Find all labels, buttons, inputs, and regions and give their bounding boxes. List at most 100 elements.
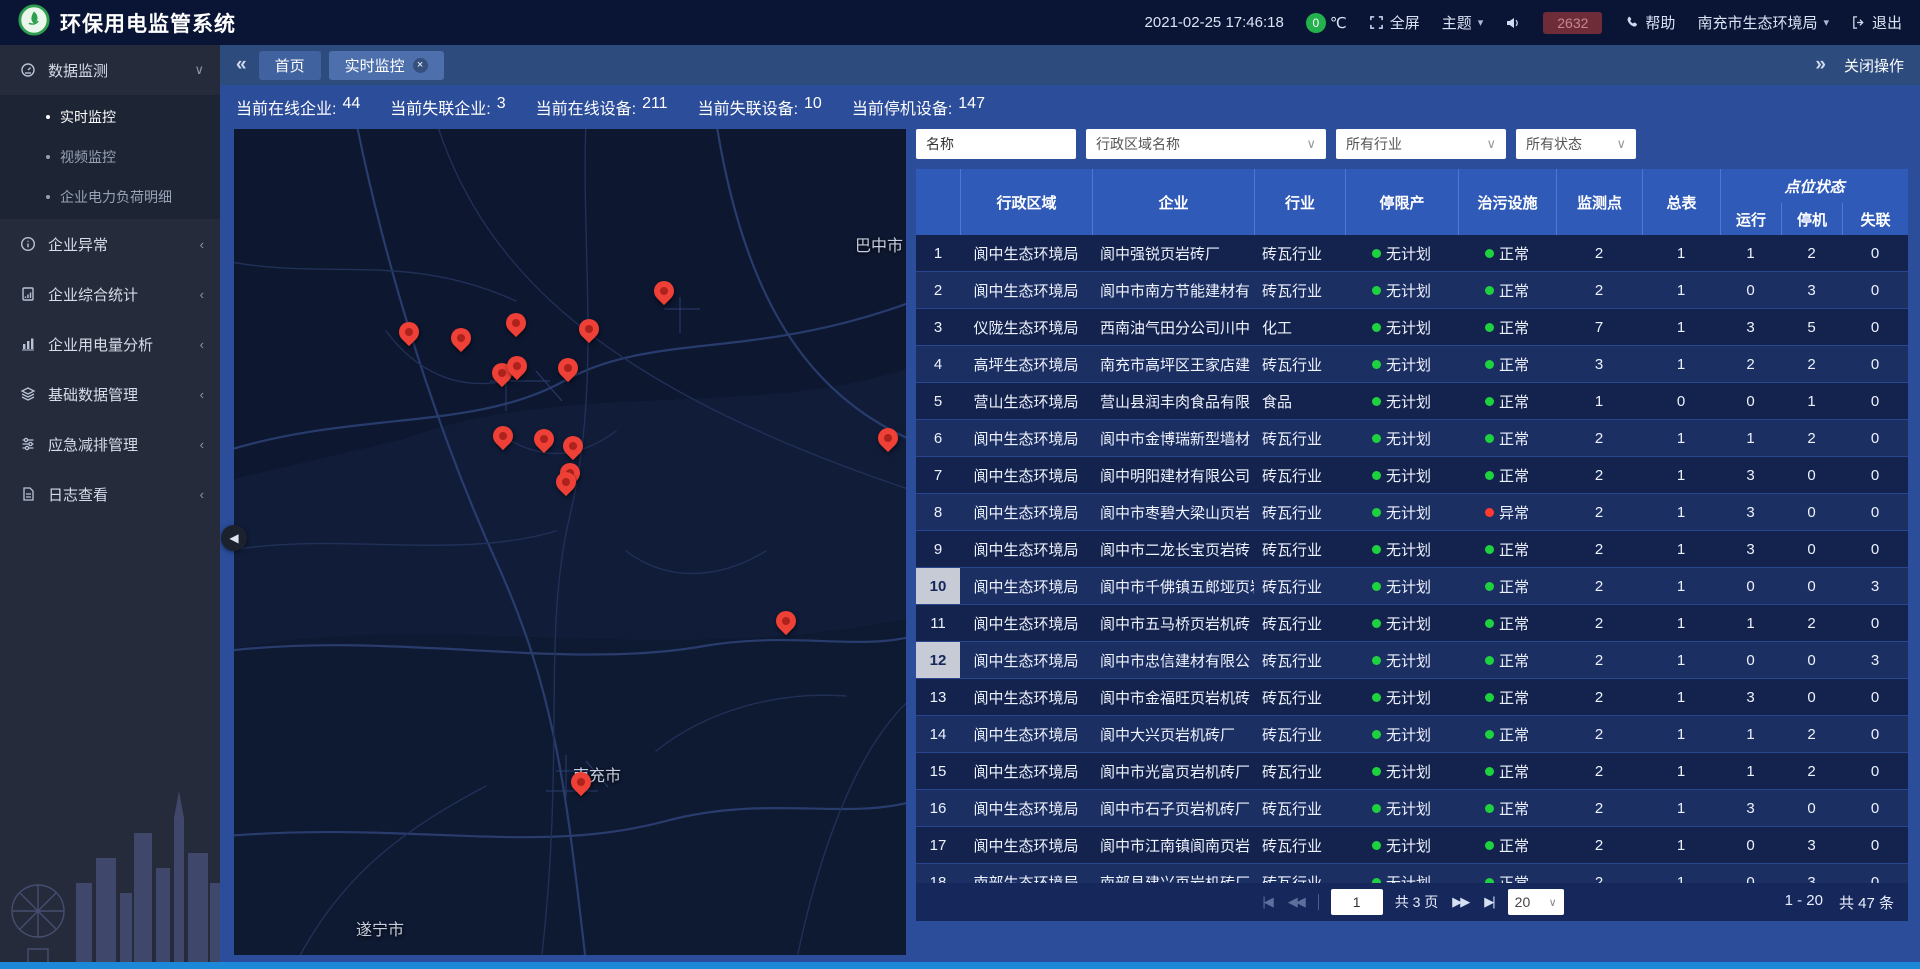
cell-facility-status: 正常	[1458, 642, 1556, 678]
table-row[interactable]: 9 阆中生态环境局 阆中市二龙长宝页岩砖 砖瓦行业 无计划 正常 2 1 3 0…	[916, 531, 1908, 568]
sidebar-group-company-stats[interactable]: 企业综合统计 ‹	[0, 269, 220, 319]
table-row[interactable]: 1 阆中生态环境局 阆中强锐页岩砖厂 砖瓦行业 无计划 正常 2 1 1 2 0	[916, 235, 1908, 272]
sound-button[interactable]	[1505, 15, 1521, 31]
cell-disconnected: 0	[1842, 457, 1908, 493]
cell-monitor-points: 2	[1556, 864, 1642, 883]
theme-dropdown[interactable]: 主题 ▾	[1442, 12, 1484, 33]
sidebar-group-logs[interactable]: 日志查看 ‹	[0, 469, 220, 519]
table-row[interactable]: 5 营山生态环境局 营山县润丰肉食品有限 食品 无计划 正常 1 0 0 1 0	[916, 383, 1908, 420]
industry-select[interactable]: 所有行业 ∨	[1336, 129, 1506, 159]
status-dot-icon	[1372, 286, 1381, 295]
column-header-stopped: 停机	[1781, 203, 1842, 235]
chevron-left-icon: ‹	[200, 337, 204, 352]
cell-region: 南部生态环境局	[960, 864, 1092, 883]
name-search-input[interactable]	[916, 129, 1076, 159]
status-select[interactable]: 所有状态 ∨	[1516, 129, 1636, 159]
cell-total-meters: 1	[1642, 309, 1720, 345]
table-row[interactable]: 10 阆中生态环境局 阆中市千佛镇五郎垭页岩 砖瓦行业 无计划 正常 2 1 0…	[916, 568, 1908, 605]
cell-region: 仪陇生态环境局	[960, 309, 1092, 345]
prev-page-button[interactable]: ◀◀	[1286, 894, 1306, 910]
cell-facility-status: 正常	[1458, 605, 1556, 641]
table-row[interactable]: 12 阆中生态环境局 阆中市忠信建材有限公 砖瓦行业 无计划 正常 2 1 0 …	[916, 642, 1908, 679]
cell-company: 阆中强锐页岩砖厂	[1092, 235, 1254, 271]
row-index: 2	[916, 272, 960, 308]
chevron-down-icon: ∨	[1486, 136, 1496, 152]
page-size-select[interactable]: 20 ∨	[1508, 889, 1564, 915]
table-row[interactable]: 17 阆中生态环境局 阆中市江南镇阆南页岩 砖瓦行业 无计划 正常 2 1 0 …	[916, 827, 1908, 864]
table-row[interactable]: 14 阆中生态环境局 阆中大兴页岩机砖厂 砖瓦行业 无计划 正常 2 1 1 2…	[916, 716, 1908, 753]
next-page-button[interactable]: ▶▶	[1450, 894, 1470, 910]
sidebar-item-video-monitor[interactable]: 视频监控	[0, 137, 220, 177]
cell-industry: 砖瓦行业	[1254, 346, 1345, 382]
map-panel[interactable]: 巴中市南充市遂宁市 ◀	[234, 129, 906, 955]
logout-button[interactable]: 退出	[1851, 12, 1902, 33]
row-index: 18	[916, 864, 960, 883]
org-dropdown[interactable]: 南充市生态环境局 ▾	[1697, 12, 1829, 33]
sidebar-item-realtime-monitor[interactable]: 实时监控	[0, 97, 220, 137]
table-row[interactable]: 16 阆中生态环境局 阆中市石子页岩机砖厂 砖瓦行业 无计划 正常 2 1 3 …	[916, 790, 1908, 827]
table-row[interactable]: 6 阆中生态环境局 阆中市金博瑞新型墙材 砖瓦行业 无计划 正常 2 1 1 2…	[916, 420, 1908, 457]
sidebar-group-data-monitor[interactable]: 数据监测 ∨	[0, 45, 220, 95]
status-dot-icon	[1485, 730, 1494, 739]
cell-stopped: 2	[1781, 605, 1842, 641]
sidebar-group-emergency-reduction[interactable]: 应急减排管理 ‹	[0, 419, 220, 469]
chevron-left-icon: ‹	[200, 487, 204, 502]
cell-company: 南充市高坪区王家店建	[1092, 346, 1254, 382]
table-row[interactable]: 3 仪陇生态环境局 西南油气田分公司川中 化工 无计划 正常 7 1 3 5 0	[916, 309, 1908, 346]
tab-bar: « 首页 实时监控 × » 关闭操作	[220, 45, 1920, 85]
table-row[interactable]: 4 高坪生态环境局 南充市高坪区王家店建 砖瓦行业 无计划 正常 3 1 2 2…	[916, 346, 1908, 383]
temperature-indicator: 0 ℃	[1306, 13, 1347, 33]
sidebar-group-company-abnormal[interactable]: 企业异常 ‹	[0, 219, 220, 269]
tabs-scroll-right-button[interactable]: »	[1811, 54, 1830, 76]
tab-home[interactable]: 首页	[259, 51, 321, 80]
help-button[interactable]: 帮助	[1624, 12, 1675, 33]
close-icon[interactable]: ×	[413, 58, 428, 73]
alert-count-badge[interactable]: 2632	[1543, 12, 1602, 34]
page-title: 环保用电监管系统	[60, 8, 236, 38]
cell-total-meters: 1	[1642, 605, 1720, 641]
cell-monitor-points: 2	[1556, 235, 1642, 271]
cell-running: 0	[1720, 383, 1781, 419]
status-dot-icon	[1485, 545, 1494, 554]
last-page-button[interactable]: ▶|	[1482, 894, 1495, 910]
cell-region: 阆中生态环境局	[960, 679, 1092, 715]
table-row[interactable]: 7 阆中生态环境局 阆中明阳建材有限公司 砖瓦行业 无计划 正常 2 1 3 0…	[916, 457, 1908, 494]
region-select[interactable]: 行政区域名称 ∨	[1086, 129, 1326, 159]
fullscreen-button[interactable]: 全屏	[1369, 12, 1420, 33]
row-index: 1	[916, 235, 960, 271]
cell-company: 阆中市千佛镇五郎垭页岩	[1092, 568, 1254, 604]
cell-region: 阆中生态环境局	[960, 753, 1092, 789]
tab-realtime-monitor[interactable]: 实时监控 ×	[329, 51, 444, 80]
sidebar-submenu-data-monitor: 实时监控 视频监控 企业电力负荷明细	[0, 95, 220, 219]
cell-stopped: 0	[1781, 642, 1842, 678]
cell-facility-status: 正常	[1458, 864, 1556, 883]
cell-stopped: 3	[1781, 272, 1842, 308]
sidebar-item-power-load-detail[interactable]: 企业电力负荷明细	[0, 177, 220, 217]
cell-total-meters: 1	[1642, 420, 1720, 456]
first-page-button[interactable]: |◀	[1260, 894, 1273, 910]
cell-disconnected: 0	[1842, 272, 1908, 308]
table-row[interactable]: 8 阆中生态环境局 阆中市枣碧大梁山页岩 砖瓦行业 无计划 异常 2 1 3 0…	[916, 494, 1908, 531]
table-row[interactable]: 2 阆中生态环境局 阆中市南方节能建材有 砖瓦行业 无计划 正常 2 1 0 3…	[916, 272, 1908, 309]
gauge-icon	[20, 62, 36, 78]
tabs-scroll-left-button[interactable]: «	[232, 54, 251, 76]
sidebar-group-base-data[interactable]: 基础数据管理 ‹	[0, 369, 220, 419]
table-row[interactable]: 11 阆中生态环境局 阆中市五马桥页岩机砖 砖瓦行业 无计划 正常 2 1 1 …	[916, 605, 1908, 642]
sidebar-group-power-analysis[interactable]: 企业用电量分析 ‹	[0, 319, 220, 369]
cell-industry: 砖瓦行业	[1254, 679, 1345, 715]
table-row[interactable]: 15 阆中生态环境局 阆中市光富页岩机砖厂 砖瓦行业 无计划 正常 2 1 1 …	[916, 753, 1908, 790]
status-dot-icon	[1372, 767, 1381, 776]
row-index: 7	[916, 457, 960, 493]
cell-running: 1	[1720, 420, 1781, 456]
cell-disconnected: 0	[1842, 753, 1908, 789]
table-row[interactable]: 18 南部生态环境局 南部县建兴页岩机砖厂 砖瓦行业 无计划 正常 2 1 0 …	[916, 864, 1908, 883]
close-operations-button[interactable]: 关闭操作	[1844, 55, 1904, 76]
cell-industry: 砖瓦行业	[1254, 235, 1345, 271]
map-city-label: 巴中市	[855, 232, 903, 256]
pagination-controls: |◀ ◀◀ 共 3 页 ▶▶ ▶| 20 ∨	[1260, 889, 1563, 915]
column-header-industry: 行业	[1254, 169, 1345, 235]
cell-industry: 砖瓦行业	[1254, 457, 1345, 493]
map-canvas[interactable]: 巴中市南充市遂宁市	[234, 129, 906, 955]
page-number-input[interactable]	[1331, 889, 1383, 915]
table-row[interactable]: 13 阆中生态环境局 阆中市金福旺页岩机砖 砖瓦行业 无计划 正常 2 1 3 …	[916, 679, 1908, 716]
